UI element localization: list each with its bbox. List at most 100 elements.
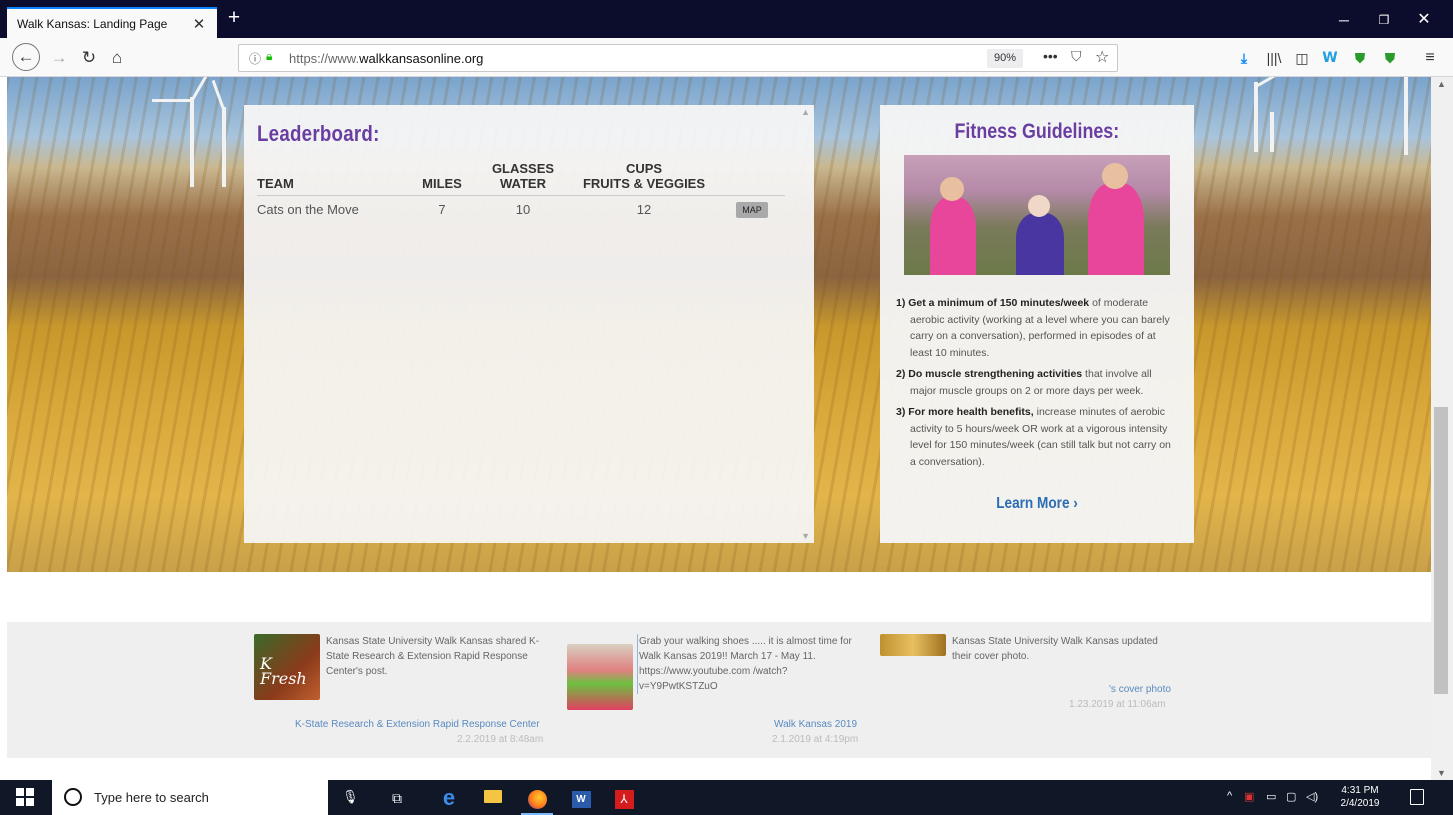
extension-w-icon[interactable]: W <box>1320 48 1340 68</box>
feed-source-link[interactable]: K-State Research & Extension Rapid Respo… <box>295 719 540 730</box>
pocket-icon[interactable]: ⛉ <box>1071 48 1082 65</box>
back-arrow-icon[interactable]: ← <box>12 43 40 71</box>
taskbar-search-box[interactable]: Type here to search <box>52 780 328 815</box>
extension-shield-check-icon[interactable]: ⛊ <box>1380 48 1400 68</box>
file-explorer-icon[interactable] <box>481 786 505 810</box>
zoom-level-badge[interactable]: 90% <box>987 49 1024 68</box>
tray-volume-icon[interactable]: ◁) <box>1306 790 1318 803</box>
feed-timestamp: 1.23.2019 at 11:06am <box>1069 699 1166 710</box>
wind-turbine-blade <box>211 79 226 112</box>
tab-title: Walk Kansas: Landing Page <box>17 16 168 31</box>
tray-display-icon[interactable]: ▢ <box>1286 790 1296 803</box>
word-icon[interactable]: W <box>569 786 593 810</box>
firefox-icon[interactable] <box>525 786 549 810</box>
walkers-photo <box>904 155 1170 275</box>
fitness-guidelines-list: 1) Get a minimum of 150 minutes/week of … <box>896 295 1172 475</box>
tray-chevron-up-icon[interactable]: ^ <box>1227 790 1232 802</box>
walker-figure <box>930 197 976 275</box>
wind-turbine-mast <box>190 97 194 187</box>
feed-timestamp: 2.1.2019 at 4:19pm <box>772 734 859 745</box>
edge-browser-icon[interactable]: e <box>437 786 461 810</box>
lock-icon[interactable]: 🔒︎ <box>266 49 272 64</box>
bookmark-star-icon[interactable]: ☆ <box>1095 47 1109 67</box>
page-scrollbar[interactable]: ▲ ▼ <box>1431 77 1453 780</box>
map-button[interactable]: MAP <box>736 202 768 218</box>
minimize-button[interactable]: ─ <box>1324 8 1364 32</box>
column-header-team: TEAM <box>257 161 407 196</box>
column-header-water: WATER <box>500 176 546 191</box>
water-cell: 10 <box>515 202 531 217</box>
firefox-logo <box>527 789 547 809</box>
start-logo-square <box>16 788 24 796</box>
column-header-glasses: GLASSES <box>491 161 555 176</box>
leaderboard-panel[interactable]: Leaderboard: TEAM MILES GLASSES WATER CUP… <box>244 105 814 543</box>
feed-thumbnail-cover[interactable] <box>880 634 946 656</box>
reload-icon[interactable]: ↻ <box>76 45 102 71</box>
url-text[interactable]: https://www.walkkansasonline.org <box>289 51 483 66</box>
guideline-bold: 2) Do muscle strengthening activities <box>896 368 1083 380</box>
acrobat-icon[interactable]: ⅄ <box>612 786 636 810</box>
microphone-icon[interactable]: 🎙︎ <box>342 789 359 805</box>
cups-cell: 12 <box>636 202 652 217</box>
download-icon[interactable]: ⤓ <box>1234 48 1254 68</box>
walker-figure <box>1088 183 1144 275</box>
feed-thumbnail-walkers[interactable] <box>567 644 633 710</box>
cortana-icon <box>64 788 82 806</box>
url-bar[interactable]: ⓘ 🔒︎ https://www.walkkansasonline.org 90… <box>238 44 1118 72</box>
column-header-glasses-water: GLASSES WATER <box>477 161 569 196</box>
walker-head <box>1028 195 1050 217</box>
taskbar-search-placeholder: Type here to search <box>94 790 209 805</box>
miles-cell: 7 <box>438 202 446 217</box>
wind-turbine-blade <box>190 77 214 102</box>
url-domain: walkkansasonline.org <box>359 51 484 66</box>
home-icon[interactable]: ⌂ <box>104 45 130 71</box>
panel-scroll-up-icon[interactable]: ▲ <box>801 107 810 117</box>
feed-post-text: Kansas State University Walk Kansas upda… <box>952 636 1158 662</box>
hamburger-menu-icon[interactable]: ≡ <box>1420 48 1440 68</box>
info-icon[interactable]: ⓘ <box>249 50 261 67</box>
map-cell: MAP <box>719 196 785 218</box>
fitness-title-text: Fitness Guidelines: <box>954 120 1120 143</box>
table-row: Cats on the Move 7 10 12 MAP <box>257 196 785 218</box>
social-feed: K Fresh Kansas State University Walk Kan… <box>7 622 1431 758</box>
leaderboard-table: TEAM MILES GLASSES WATER CUPS FRUITS & VEG… <box>257 161 785 218</box>
feed-post-text: Kansas State University Walk Kansas shar… <box>326 636 540 677</box>
guideline-item: 2) Do muscle strengthening activities th… <box>896 366 1172 399</box>
tab-walk-kansas[interactable]: Walk Kansas: Landing Page ✕ <box>7 7 217 38</box>
restore-button[interactable]: ❐ <box>1364 8 1404 32</box>
tab-close-icon[interactable]: ✕ <box>191 15 207 33</box>
tray-app-icon[interactable]: ▣ <box>1244 790 1254 803</box>
scrollbar-thumb[interactable] <box>1434 407 1448 694</box>
team-name-cell: Cats on the Move <box>257 202 359 217</box>
feed-source-link[interactable]: 's cover photo <box>1109 684 1171 695</box>
learn-more-link[interactable]: Learn More › <box>880 495 1194 513</box>
wind-turbine-mast <box>1404 77 1408 155</box>
scroll-down-arrow-icon[interactable]: ▼ <box>1437 768 1446 778</box>
notification-center-icon[interactable] <box>1410 789 1424 805</box>
table-header-row: TEAM MILES GLASSES WATER CUPS FRUITS & VEG… <box>257 161 785 196</box>
wind-turbine-mast <box>222 107 226 187</box>
feed-thumbnail-kfresh[interactable]: K Fresh <box>254 634 320 700</box>
extension-shield-icon[interactable]: ⛊ <box>1350 48 1370 68</box>
sidebar-icon[interactable]: ◫ <box>1292 48 1312 68</box>
walker-head <box>940 177 964 201</box>
forward-arrow-icon[interactable]: → <box>46 45 72 71</box>
scroll-up-arrow-icon[interactable]: ▲ <box>1437 79 1446 89</box>
walker-figure <box>1016 213 1064 275</box>
guideline-bold: 3) For more health benefits, <box>896 406 1034 418</box>
fitness-guidelines-panel: Fitness Guidelines: 1) Get a minimum of … <box>880 105 1194 543</box>
new-tab-button[interactable]: + <box>222 6 246 32</box>
page-actions-icon[interactable]: ••• <box>1043 48 1058 64</box>
windows-start-icon[interactable] <box>16 788 36 808</box>
tray-network-icon[interactable]: ▭ <box>1266 790 1276 803</box>
task-view-icon[interactable]: ⧉ <box>385 786 409 810</box>
library-icon[interactable]: |||\ <box>1264 48 1284 68</box>
panel-scroll-down-icon[interactable]: ▼ <box>801 531 810 541</box>
tab-bar: Walk Kansas: Landing Page ✕ + ─ ❐ ✕ <box>0 0 1453 38</box>
feed-source-link[interactable]: Walk Kansas 2019 <box>774 719 857 730</box>
clock-time: 4:31 PM <box>1341 785 1379 796</box>
windows-taskbar: Type here to search 🎙︎ ⧉ e W ⅄ ^ ▣ ▭ ▢ ◁… <box>0 780 1453 815</box>
window-close-button[interactable]: ✕ <box>1404 8 1444 32</box>
guideline-item: 3) For more health benefits, increase mi… <box>896 404 1172 470</box>
taskbar-clock[interactable]: 4:31 PM 2/4/2019 <box>1334 784 1386 810</box>
